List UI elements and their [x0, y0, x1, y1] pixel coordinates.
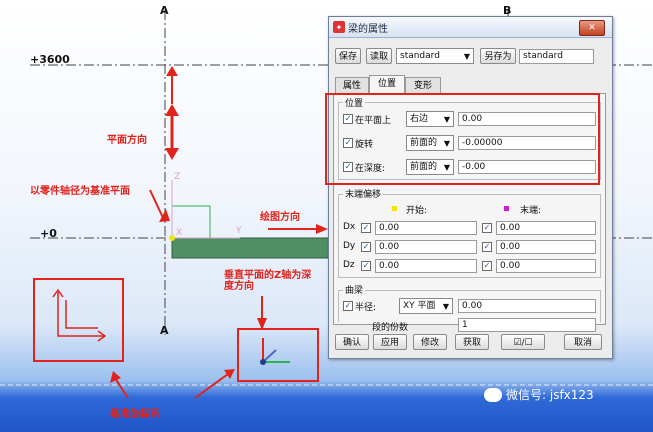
elevation-lower: +0 [40, 227, 57, 240]
annotation-base-coords: 基准坐标系 [110, 409, 160, 420]
load-button[interactable]: 读取 [366, 48, 392, 64]
dz-start-checkbox[interactable]: ✓ [361, 261, 371, 271]
preset-value: standard [400, 51, 440, 61]
draw-direction-arrow [268, 224, 328, 234]
apply-button[interactable]: 应用 [373, 334, 407, 350]
save-button[interactable]: 保存 [335, 48, 361, 64]
radius-value[interactable]: 0.00 [458, 299, 596, 313]
toggle-all-button[interactable]: ☑/☐ [501, 334, 545, 350]
end-color-marker [504, 206, 509, 211]
watermark-text: 微信号: jsfx123 [506, 388, 594, 402]
chevron-down-icon: ▼ [442, 302, 449, 311]
start-label: 开始: [406, 206, 428, 216]
get-button[interactable]: 获取 [455, 334, 489, 350]
dialog-title: 梁的属性 [348, 23, 388, 35]
axis-letter-z: Z [174, 172, 181, 182]
curve-group-label: 曲梁 [343, 283, 366, 296]
wechat-icon [484, 387, 502, 402]
axis-letter-x: X [176, 228, 183, 238]
position-highlight-box [325, 93, 600, 185]
dy-end-value[interactable]: 0.00 [496, 240, 596, 254]
preset-select[interactable]: standard ▼ [396, 48, 474, 64]
grid-label-a-top: A [160, 4, 169, 17]
ucs-highlight-box [33, 278, 124, 362]
dz-label: Dz [343, 260, 355, 270]
dz-start-value[interactable]: 0.00 [375, 259, 477, 273]
dz-end-checkbox[interactable]: ✓ [482, 261, 492, 271]
base-plane-arrow [149, 189, 170, 222]
dx-end-checkbox[interactable]: ✓ [482, 223, 492, 233]
radius-checkbox[interactable]: ✓ [343, 301, 353, 311]
dy-start-value[interactable]: 0.00 [375, 240, 477, 254]
dy-end-checkbox[interactable]: ✓ [482, 242, 492, 252]
save-as-field[interactable]: standard [519, 49, 594, 64]
ok-button[interactable]: 确认 [335, 334, 369, 350]
segments-label: 段的份数 [372, 323, 409, 333]
dx-start-value[interactable]: 0.00 [375, 221, 477, 235]
beam-properties-dialog: ✦ 梁的属性 ✕ 保存 读取 standard ▼ 另存为 standard 属… [325, 16, 613, 359]
annotation-up-direction: 平面方向 [107, 135, 147, 146]
start-color-marker [392, 206, 397, 211]
save-as-button[interactable]: 另存为 [480, 48, 516, 64]
tab-attributes[interactable]: 属性 [335, 77, 369, 93]
grid-label-a-bottom: A [160, 324, 169, 337]
tab-deform[interactable]: 变形 [405, 77, 441, 93]
chevron-down-icon: ▼ [463, 52, 470, 61]
z-depth-arrow [257, 296, 267, 330]
plane-option: XY 平面 [403, 301, 436, 311]
annotation-z-depth: 垂直平面的Z轴为深度方向 [224, 270, 312, 292]
annotation-draw-direction: 绘图方向 [260, 212, 300, 223]
annotation-part-axis: 以零件轴径为基准平面 [30, 186, 130, 197]
radius-label: 半径: [355, 303, 377, 313]
base-coords-arrows [110, 369, 235, 399]
dx-start-checkbox[interactable]: ✓ [361, 223, 371, 233]
dy-label: Dy [343, 241, 356, 251]
dx-label: Dx [343, 222, 356, 232]
beam-start-point [169, 235, 175, 241]
coord-highlight-box [237, 328, 319, 382]
dialog-titlebar[interactable]: ✦ 梁的属性 [329, 17, 612, 38]
up-arrow [165, 66, 179, 160]
tab-position[interactable]: 位置 [369, 75, 405, 94]
app-icon: ✦ [333, 21, 345, 33]
segments-value[interactable]: 1 [458, 318, 596, 332]
elevation-upper: +3600 [30, 53, 70, 66]
close-button[interactable]: ✕ [579, 20, 605, 36]
watermark: 微信号: jsfx123 [484, 386, 594, 403]
dx-end-value[interactable]: 0.00 [496, 221, 596, 235]
beam-body [171, 237, 331, 259]
modify-button[interactable]: 修改 [413, 334, 447, 350]
end-offset-label: 末端偏移 [343, 187, 384, 200]
dz-end-value[interactable]: 0.00 [496, 259, 596, 273]
dy-start-checkbox[interactable]: ✓ [361, 242, 371, 252]
plane-select[interactable]: XY 平面 ▼ [399, 298, 453, 314]
cancel-button[interactable]: 取消 [564, 334, 602, 350]
end-label: 末端: [520, 206, 542, 216]
axis-letter-y: Y [236, 226, 242, 236]
